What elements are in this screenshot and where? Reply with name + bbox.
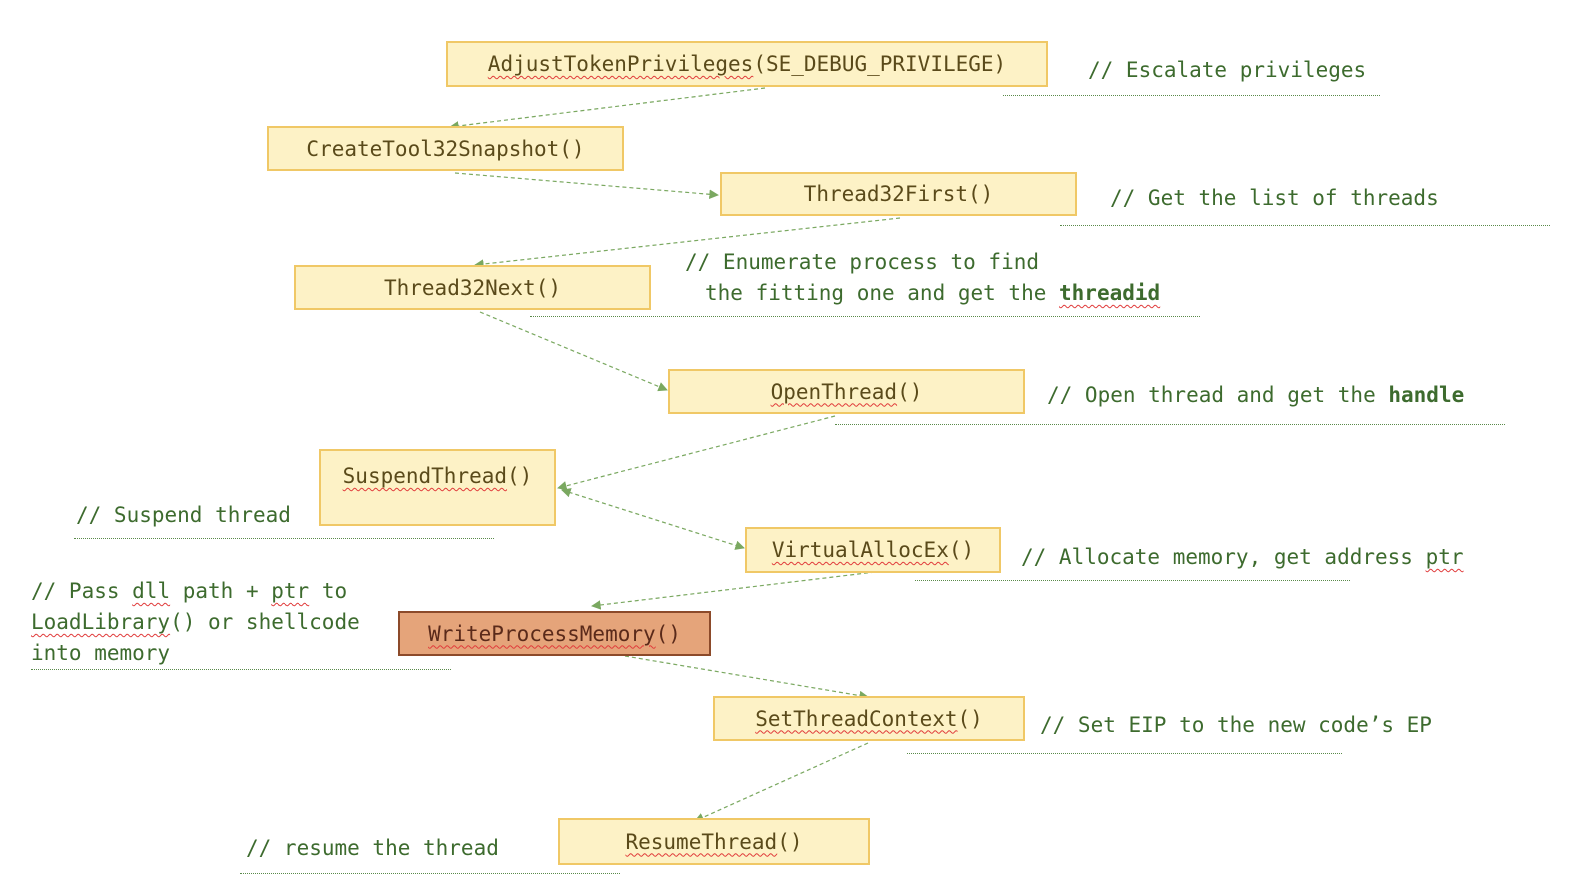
node-valloc-name: VirtualAllocEx: [771, 538, 949, 562]
comment-set-eip-underline: [907, 753, 1342, 754]
node-snapshot-label: CreateTool32Snapshot(): [306, 136, 585, 161]
comment-list-threads-underline: [1060, 225, 1550, 226]
node-wpm-name: WriteProcessMemory: [428, 621, 656, 646]
arrow-snapshot-to-first: [454, 172, 719, 200]
comment-pass-line2: LoadLibrary() or shellcode: [31, 607, 360, 638]
arrow-adjust-to-snapshot: [449, 87, 766, 131]
comment-pass-c: to: [309, 579, 348, 603]
comment-resume: // resume the thread: [246, 836, 499, 860]
node-adjust-arg: (SE_DEBUG_PRIVILEGE): [753, 52, 1007, 76]
comment-allocate-ptr: ptr: [1425, 545, 1464, 569]
comment-enumerate-underline: [530, 316, 1200, 317]
comment-pass-a: // Pass: [31, 579, 133, 603]
node-resume-parens: (): [777, 829, 803, 854]
node-thread32-next[interactable]: Thread32Next(): [294, 265, 651, 310]
node-virtual-alloc-ex[interactable]: VirtualAllocEx(): [745, 527, 1001, 573]
node-adjust-token-privileges[interactable]: AdjustTokenPrivileges (SE_DEBUG_PRIVILEGE…: [446, 41, 1048, 87]
comment-list-threads: // Get the list of threads: [1110, 186, 1439, 210]
comment-open: // Open thread and get the handle: [1047, 380, 1464, 411]
node-next-label: Thread32Next(): [383, 275, 561, 300]
comment-escalate-underline: [1003, 95, 1380, 96]
node-wpm-parens: (): [655, 621, 681, 646]
comment-set-eip: // Set EIP to the new code’s EP: [1040, 713, 1432, 737]
comment-handle: handle: [1388, 383, 1465, 407]
node-create-tool32-snapshot[interactable]: CreateTool32Snapshot(): [267, 126, 624, 171]
comment-escalate: // Escalate privileges: [1088, 58, 1367, 82]
comment-open-underline: [835, 424, 1505, 425]
arrow-next-to-open: [479, 311, 668, 392]
comment-pass-ptr: ptr: [271, 579, 310, 603]
comment-suspend-underline: [74, 538, 494, 539]
comment-resume-underline: [240, 873, 620, 874]
comment-suspend: // Suspend thread: [76, 503, 291, 527]
arrow-valloc-to-wpm: [591, 571, 876, 610]
node-resume-thread[interactable]: ResumeThread(): [558, 818, 870, 865]
arrow-wpm-to-setctx: [624, 655, 869, 701]
node-setctx-parens: (): [957, 706, 983, 731]
node-adjust-name: AdjustTokenPrivileges: [487, 52, 754, 76]
comment-pass-line1: // Pass dll path + ptr to: [31, 576, 360, 607]
node-valloc-parens: (): [948, 538, 975, 562]
node-setctx-name: SetThreadContext: [755, 706, 958, 731]
arrow-suspend-to-valloc[interactable]: [561, 488, 745, 550]
node-open-name: OpenThread: [770, 379, 898, 404]
arrow-setctx-to-resume: [694, 742, 869, 822]
node-suspend-parens: (): [507, 464, 533, 488]
comment-enumerate-line2: the fitting one and get the threadid: [685, 278, 1160, 309]
node-suspend-thread[interactable]: SuspendThread(): [319, 449, 556, 526]
comment-open-text: // Open thread and get the: [1047, 383, 1389, 407]
flow-arrows: [449, 87, 901, 822]
node-suspend-name: SuspendThread: [342, 464, 508, 488]
comment-pass-line3: into memory: [31, 641, 171, 665]
node-resume-name: ResumeThread: [625, 829, 778, 854]
comment-pass-dll: // Pass dll path + ptr to LoadLibrary() …: [31, 576, 360, 669]
comment-pass-rest: () or shellcode: [170, 610, 360, 634]
comment-enumerate-line2-text: the fitting one and get the: [705, 281, 1060, 305]
comment-enumerate: // Enumerate process to find the fitting…: [685, 247, 1160, 309]
comment-pass-dll-word: dll: [132, 579, 171, 603]
node-first-label: Thread32First(): [803, 182, 994, 206]
arrow-open-to-suspend: [557, 415, 836, 491]
node-thread32-first[interactable]: Thread32First(): [720, 172, 1077, 216]
node-write-process-memory[interactable]: WriteProcessMemory(): [398, 611, 711, 656]
comment-pass-loadlibrary: LoadLibrary: [31, 610, 171, 634]
comment-allocate-underline: [915, 580, 1350, 581]
comment-pass-underline: [31, 669, 451, 670]
comment-allocate-text: // Allocate memory, get address: [1021, 545, 1426, 569]
node-open-parens: (): [897, 379, 923, 404]
comment-threadid: threadid: [1059, 281, 1161, 305]
node-open-thread[interactable]: OpenThread(): [668, 369, 1025, 414]
comment-pass-b: path +: [170, 579, 272, 603]
comment-allocate: // Allocate memory, get address ptr: [1021, 542, 1464, 573]
comment-enumerate-line1: // Enumerate process to find: [685, 250, 1040, 274]
node-set-thread-context[interactable]: SetThreadContext(): [713, 696, 1025, 741]
